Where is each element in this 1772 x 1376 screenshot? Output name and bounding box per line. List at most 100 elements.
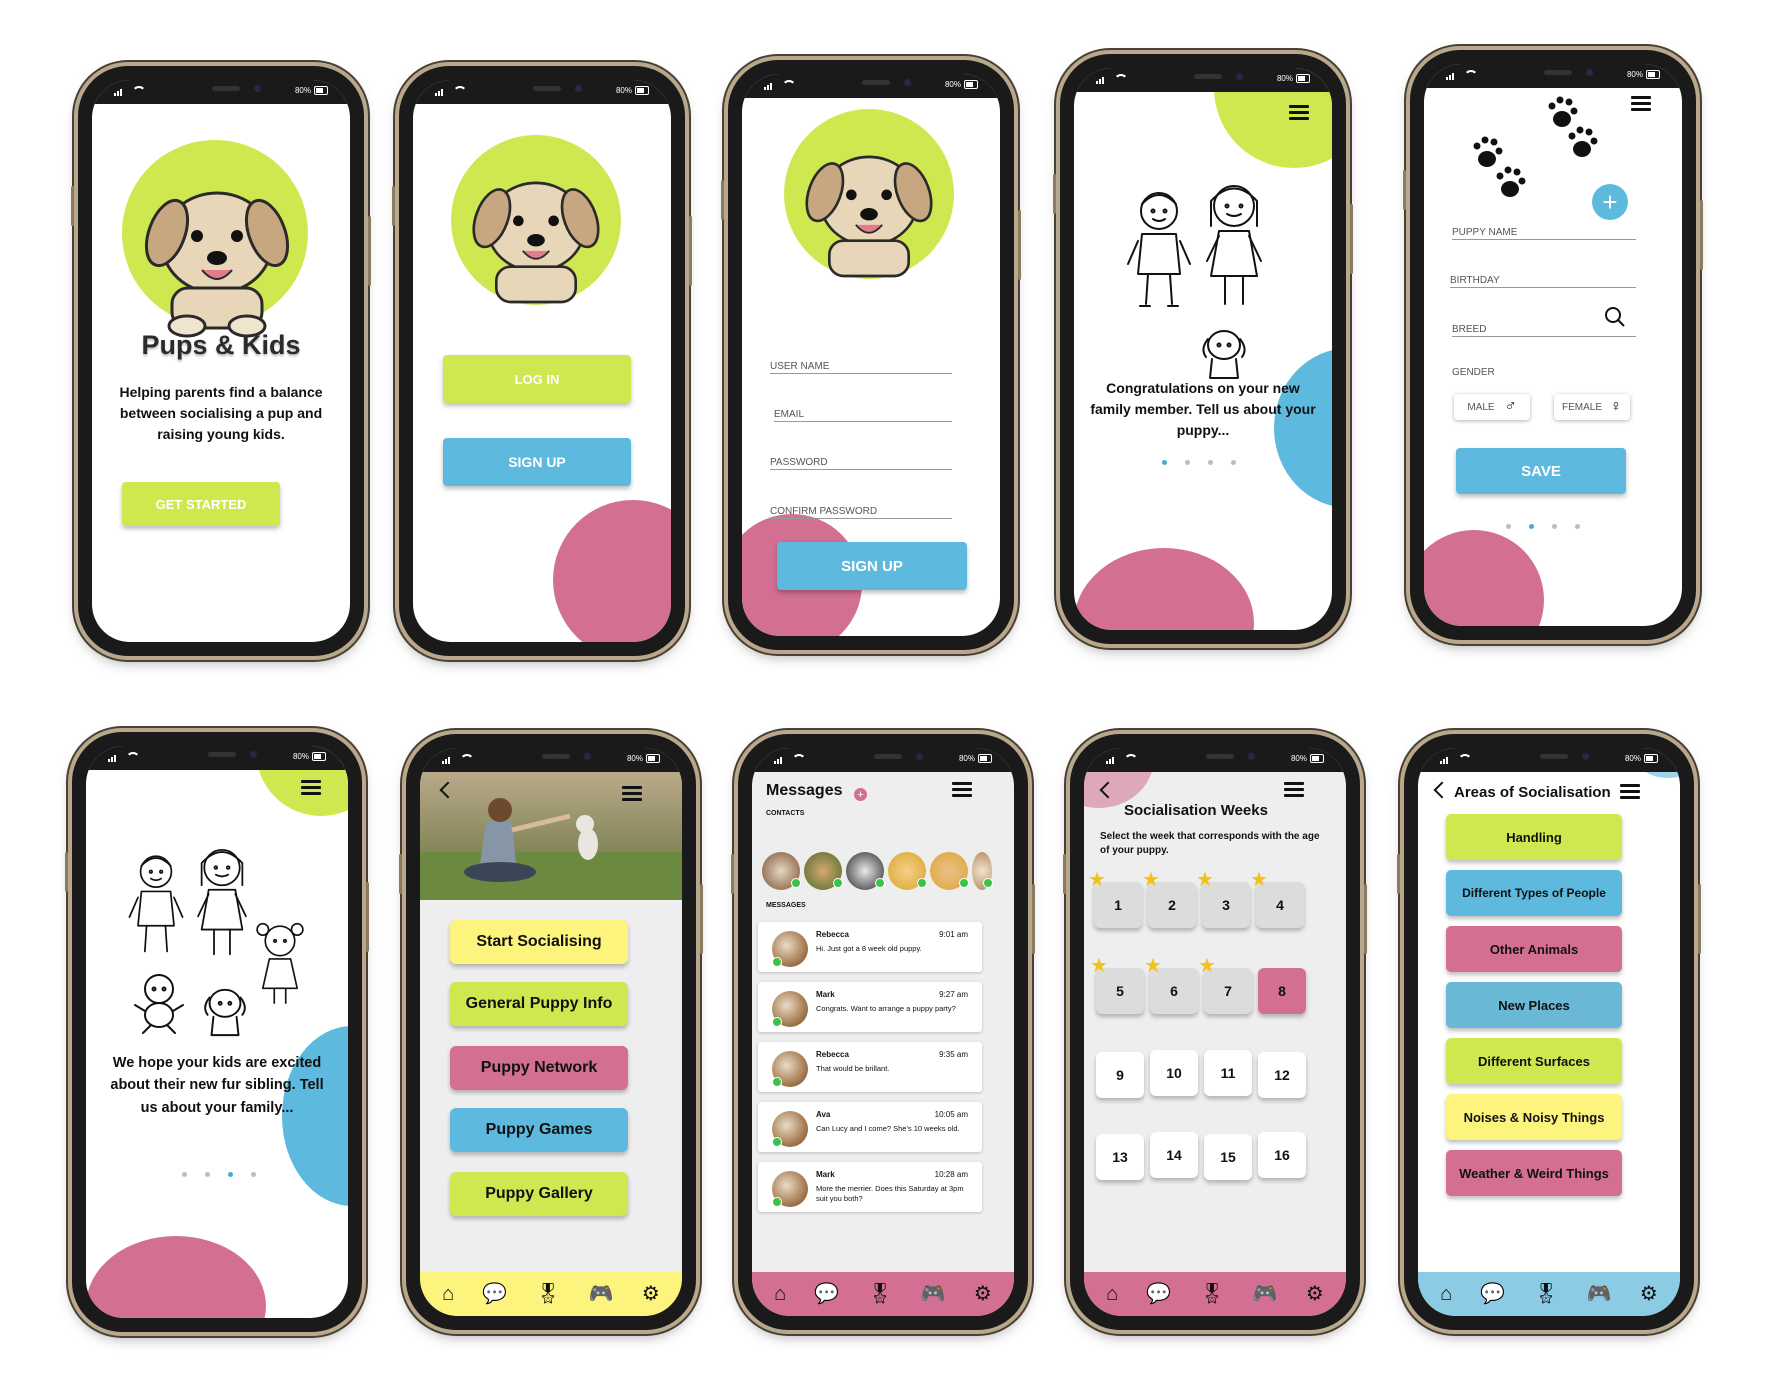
- gamepad-icon[interactable]: 🎮: [589, 1284, 614, 1304]
- contact-avatar[interactable]: [930, 852, 969, 890]
- area-surfaces-button[interactable]: Different Surfaces: [1446, 1038, 1622, 1084]
- contact-avatar[interactable]: [804, 852, 843, 890]
- badge-icon[interactable]: 🎖: [1199, 1284, 1224, 1304]
- signup-submit-button[interactable]: SIGN UP: [777, 542, 967, 590]
- badge-icon[interactable]: 🎖: [535, 1284, 560, 1304]
- menu-icon[interactable]: [1284, 782, 1304, 798]
- email-field[interactable]: EMAIL: [774, 409, 952, 422]
- menu-icon[interactable]: [952, 782, 972, 798]
- intro2-screen: 80% We hope your kids are excited about …: [86, 746, 348, 1318]
- home-icon[interactable]: ⌂: [442, 1284, 454, 1304]
- badge-icon[interactable]: 🎖: [1533, 1284, 1558, 1304]
- messages-title: Messages: [766, 782, 843, 799]
- gamepad-icon[interactable]: 🎮: [1253, 1284, 1278, 1304]
- area-handling-button[interactable]: Handling: [1446, 814, 1622, 860]
- gear-icon[interactable]: ⚙: [1640, 1284, 1658, 1304]
- message-item[interactable]: Rebecca 9:01 am Hi. Just got a 8 week old …: [758, 922, 982, 972]
- gear-icon[interactable]: ⚙: [1306, 1284, 1324, 1304]
- puppy-logo: [144, 191, 290, 338]
- star-icon: ★: [1196, 869, 1214, 891]
- back-icon[interactable]: [1433, 781, 1451, 799]
- confirm-password-field[interactable]: CONFIRM PASSWORD: [770, 506, 952, 519]
- avatar: [772, 1171, 808, 1207]
- battery-label: 80%: [615, 86, 632, 95]
- tagline: Helping parents find a balance between s…: [119, 384, 323, 442]
- menu-icon[interactable]: [1631, 96, 1651, 112]
- message-sender: Mark: [816, 1170, 835, 1179]
- search-icon[interactable]: [1604, 306, 1626, 328]
- male-symbol-icon: ♂: [1504, 398, 1517, 415]
- chat-icon[interactable]: 💬: [814, 1284, 839, 1304]
- week-9-button[interactable]: 9: [1096, 1052, 1144, 1098]
- gear-icon[interactable]: ⚙: [974, 1284, 992, 1304]
- week-10-button[interactable]: 10: [1150, 1050, 1198, 1096]
- birthday-field[interactable]: BIRTHDAY: [1450, 275, 1636, 288]
- message-text: Hi. Just got a 8 week old puppy.: [816, 944, 922, 953]
- add-photo-button[interactable]: +: [1592, 184, 1628, 220]
- chat-icon[interactable]: 💬: [1480, 1284, 1505, 1304]
- bottom-nav: ⌂ 💬 🎖 🎮 ⚙: [1418, 1272, 1680, 1316]
- week-8-button[interactable]: 8: [1258, 968, 1306, 1014]
- contact-avatar[interactable]: [846, 852, 885, 890]
- puppy-gallery-button[interactable]: Puppy Gallery: [450, 1172, 628, 1216]
- menu-icon[interactable]: [1289, 105, 1309, 121]
- phone-puppy-form: 80% + PUPPY NAME BIRTHDAY BREED GENDER M…: [1403, 50, 1703, 640]
- phone-intro-1: 80% Congratulations on your new family m…: [1053, 54, 1353, 644]
- home-icon[interactable]: ⌂: [1440, 1284, 1452, 1304]
- home-icon[interactable]: ⌂: [1106, 1284, 1118, 1304]
- username-field[interactable]: USER NAME: [770, 361, 952, 374]
- add-message-button[interactable]: +: [854, 788, 867, 801]
- week-12-button[interactable]: 12: [1258, 1052, 1306, 1098]
- general-puppy-info-button[interactable]: General Puppy Info: [450, 982, 628, 1026]
- paw-prints-icon: [1473, 96, 1598, 197]
- message-item[interactable]: Ava 10:05 am Can Lucy and I come? She's 10…: [758, 1102, 982, 1152]
- female-symbol-icon: ♀: [1610, 398, 1622, 415]
- message-item[interactable]: Rebecca 9:35 am That would be brillant.: [758, 1042, 982, 1092]
- phone-messages: 80% Messages + CONTACTS MESSAGES Rebecca…: [731, 734, 1035, 1330]
- signup-button[interactable]: SIGN UP: [443, 438, 631, 486]
- puppy-games-button[interactable]: Puppy Games: [450, 1108, 628, 1152]
- password-field[interactable]: PASSWORD: [770, 457, 952, 470]
- week-11-button[interactable]: 11: [1204, 1050, 1252, 1096]
- female-label: FEMALE: [1561, 401, 1602, 413]
- week-13-button[interactable]: 13: [1096, 1134, 1144, 1180]
- week-15-button[interactable]: 15: [1204, 1134, 1252, 1180]
- puppy-network-button[interactable]: Puppy Network: [450, 1046, 628, 1090]
- area-animals-button[interactable]: Other Animals: [1446, 926, 1622, 972]
- badge-icon[interactable]: 🎖: [867, 1284, 892, 1304]
- chat-icon[interactable]: 💬: [1146, 1284, 1171, 1304]
- gamepad-icon[interactable]: 🎮: [1587, 1284, 1612, 1304]
- contact-avatar[interactable]: [972, 852, 993, 890]
- gear-icon[interactable]: ⚙: [642, 1284, 660, 1304]
- week-14-button[interactable]: 14: [1150, 1132, 1198, 1178]
- girl-drawing: [197, 848, 247, 956]
- menu-icon[interactable]: [1620, 784, 1640, 800]
- pink-blob: [1424, 530, 1544, 626]
- home-icon[interactable]: ⌂: [774, 1284, 786, 1304]
- area-weather-button[interactable]: Weather & Weird Things: [1446, 1150, 1622, 1196]
- male-button[interactable]: MALE ♂: [1454, 394, 1530, 420]
- plus-icon: +: [857, 788, 864, 801]
- save-button[interactable]: SAVE: [1456, 448, 1626, 494]
- puppy-name-field[interactable]: PUPPY NAME: [1452, 227, 1636, 240]
- menu-icon[interactable]: [301, 780, 321, 796]
- menu-icon[interactable]: [622, 786, 642, 802]
- contact-avatar[interactable]: [762, 852, 801, 890]
- area-noises-button[interactable]: Noises & Noisy Things: [1446, 1094, 1622, 1140]
- start-socialising-button[interactable]: Start Socialising: [450, 920, 628, 964]
- female-button[interactable]: FEMALE ♀: [1554, 394, 1630, 420]
- get-started-button[interactable]: GET STARTED: [122, 482, 280, 526]
- message-item[interactable]: Mark 9:27 am Congrats. Want to arrange a p…: [758, 982, 982, 1032]
- intro1-screen: 80% Congratulations on your new family m…: [1074, 68, 1332, 630]
- week-16-button[interactable]: 16: [1258, 1132, 1306, 1178]
- chat-icon[interactable]: 💬: [482, 1284, 507, 1304]
- puppy-form-screen: 80% + PUPPY NAME BIRTHDAY BREED GENDER M…: [1424, 64, 1682, 626]
- area-people-button[interactable]: Different Types of People: [1446, 870, 1622, 916]
- avatar: [772, 1051, 808, 1087]
- contact-avatar[interactable]: [888, 852, 927, 890]
- gamepad-icon[interactable]: 🎮: [921, 1284, 946, 1304]
- login-button[interactable]: LOG IN: [443, 355, 631, 403]
- area-places-button[interactable]: New Places: [1446, 982, 1622, 1028]
- message-item[interactable]: Mark 10:28 am More the merrier. Does this …: [758, 1162, 982, 1212]
- battery-label: 80%: [1276, 74, 1293, 83]
